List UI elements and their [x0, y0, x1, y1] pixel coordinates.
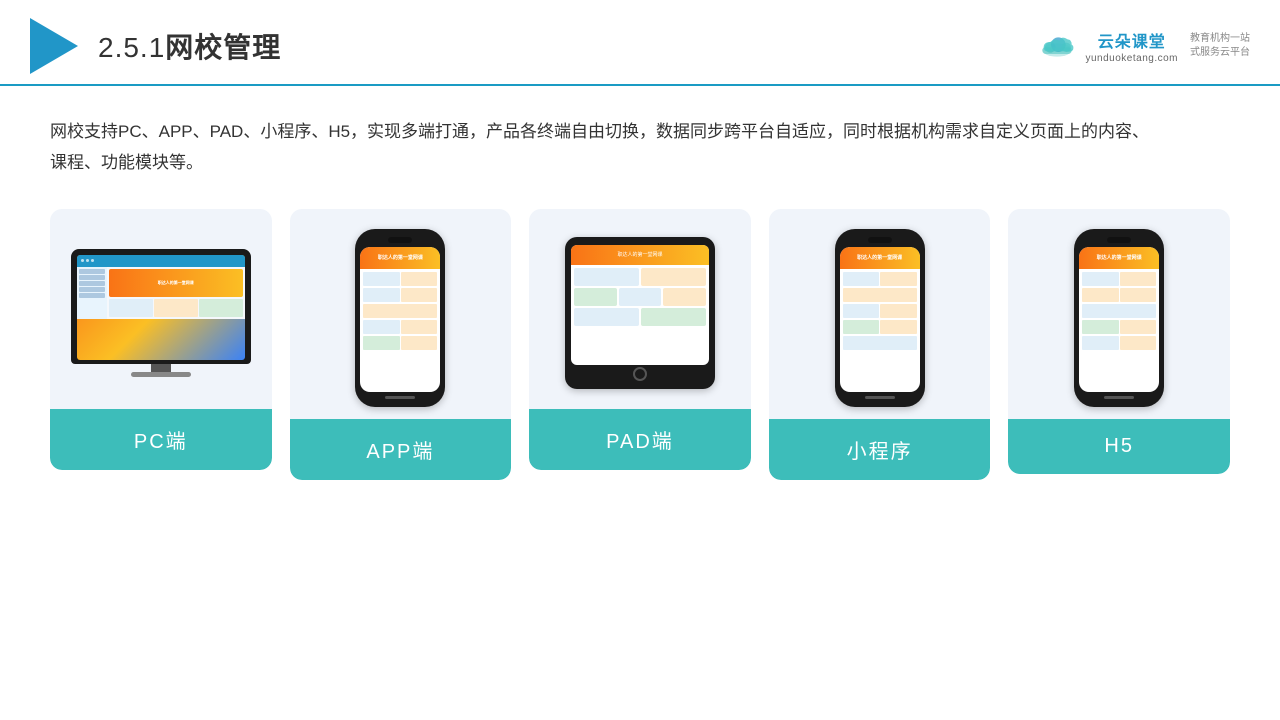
- app-phone-outer: 职达人的第一堂网课: [355, 229, 445, 407]
- pc-screen-inner: 职达人的第一堂网课: [77, 255, 245, 360]
- logo-area: 云朵课堂 yunduoketang.com 教育机构一站式服务云平台: [1037, 28, 1250, 64]
- pad-outer: 职达人的第一堂网课: [565, 237, 715, 389]
- pc-base: [131, 372, 191, 377]
- h5-image-area: 职达人的第一堂网课: [1008, 209, 1230, 419]
- pad-screen: 职达人的第一堂网课: [571, 245, 709, 365]
- logo-brand: 云朵课堂: [1098, 28, 1166, 52]
- card-pc: 职达人的第一堂网课: [50, 209, 272, 470]
- pad-label: PAD端: [529, 409, 751, 470]
- title-text: 网校管理: [165, 32, 281, 63]
- app-home-bar: [385, 396, 415, 399]
- pc-dot: [81, 259, 84, 262]
- logo-url: yunduoketang.com: [1085, 53, 1178, 64]
- page-title: 2.5.1网校管理: [98, 26, 281, 66]
- h5-phone-notch: [1107, 237, 1131, 243]
- h5-phone-outer: 职达人的第一堂网课: [1074, 229, 1164, 407]
- app-phone-screen: 职达人的第一堂网课: [360, 247, 440, 392]
- pc-mockup: 职达人的第一堂网课: [71, 249, 251, 377]
- h5-phone-mockup: 职达人的第一堂网课: [1074, 229, 1164, 407]
- pc-label: PC端: [50, 409, 272, 470]
- pc-body: 职达人的第一堂网课: [77, 267, 245, 319]
- app-phone-mockup: 职达人的第一堂网课: [355, 229, 445, 407]
- pc-main: 职达人的第一堂网课: [107, 267, 245, 319]
- miniapp-phone-mockup: 职达人的第一堂网课: [835, 229, 925, 407]
- pc-image-area: 职达人的第一堂网课: [50, 209, 272, 409]
- logo-tagline: 教育机构一站式服务云平台: [1190, 32, 1250, 60]
- miniapp-home-bar: [865, 396, 895, 399]
- main-content: 网校支持PC、APP、PAD、小程序、H5，实现多端打通，产品各终端自由切换，数…: [0, 86, 1280, 500]
- pad-mockup: 职达人的第一堂网课: [565, 237, 715, 389]
- app-image-area: 职达人的第一堂网课: [290, 209, 512, 419]
- description-text: 网校支持PC、APP、PAD、小程序、H5，实现多端打通，产品各终端自由切换，数…: [50, 116, 1150, 179]
- pad-image-area: 职达人的第一堂网课: [529, 209, 751, 409]
- card-miniapp: 职达人的第一堂网课: [769, 209, 991, 480]
- miniapp-label: 小程序: [769, 419, 991, 480]
- h5-home-bar: [1104, 396, 1134, 399]
- card-h5: 职达人的第一堂网课: [1008, 209, 1230, 474]
- pc-dot: [86, 259, 89, 262]
- cloud-icon: [1037, 30, 1077, 62]
- pc-stand: [151, 364, 171, 372]
- h5-label: H5: [1008, 419, 1230, 474]
- pc-banner: 职达人的第一堂网课: [109, 269, 243, 297]
- header-left: 2.5.1网校管理: [30, 18, 281, 74]
- miniapp-phone-notch: [868, 237, 892, 243]
- card-app: 职达人的第一堂网课: [290, 209, 512, 480]
- app-phone-notch: [388, 237, 412, 243]
- pc-top-bar: [77, 255, 245, 267]
- page-header: 2.5.1网校管理 云朵课堂 yunduoketang.com 教育机构一站式服…: [0, 0, 1280, 86]
- miniapp-image-area: 职达人的第一堂网课: [769, 209, 991, 419]
- pc-dot: [91, 259, 94, 262]
- app-label: APP端: [290, 419, 512, 480]
- device-cards-grid: 职达人的第一堂网课: [50, 209, 1230, 480]
- play-icon: [30, 18, 78, 74]
- miniapp-phone-outer: 职达人的第一堂网课: [835, 229, 925, 407]
- card-pad: 职达人的第一堂网课: [529, 209, 751, 470]
- pc-screen-outer: 职达人的第一堂网课: [71, 249, 251, 364]
- section-number: 2.5.1: [98, 32, 165, 63]
- pc-sidebar: [77, 267, 107, 319]
- pad-home-button: [633, 367, 647, 381]
- logo-text-area: 云朵课堂 yunduoketang.com: [1085, 28, 1178, 64]
- h5-phone-screen: 职达人的第一堂网课: [1079, 247, 1159, 392]
- miniapp-phone-screen: 职达人的第一堂网课: [840, 247, 920, 392]
